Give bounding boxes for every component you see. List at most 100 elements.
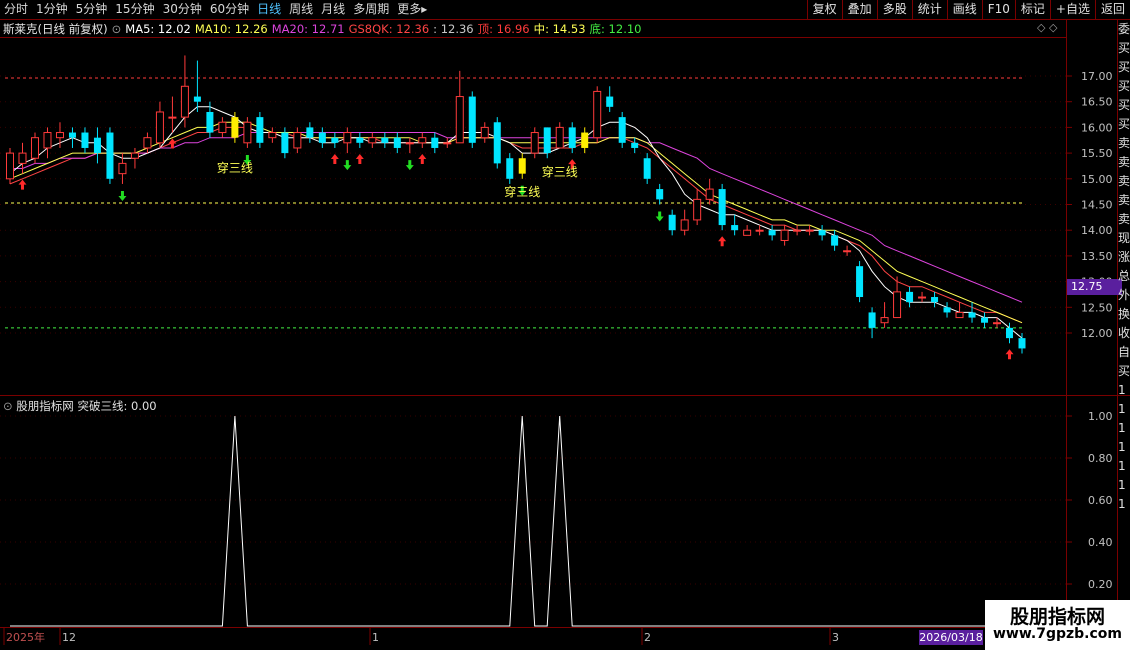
tab-period-2[interactable]: 5分钟 — [76, 0, 108, 19]
candle-body — [243, 121, 252, 144]
collapse-icon[interactable]: ⊙ — [3, 399, 13, 413]
toolbar-button-3[interactable]: 统计 — [911, 0, 947, 19]
candle-body — [618, 117, 626, 143]
indicator-label: 0.60 — [1088, 494, 1113, 507]
tab-period-3[interactable]: 15分钟 — [115, 0, 154, 19]
toolbar-button-7[interactable]: +自选 — [1049, 0, 1095, 19]
side-label: 买 — [1118, 41, 1130, 55]
candle-body — [356, 137, 364, 143]
candle-body — [668, 214, 676, 231]
tab-period-5[interactable]: 60分钟 — [210, 0, 249, 19]
price-label: 16.50 — [1081, 96, 1113, 109]
candle-body — [593, 90, 602, 139]
cursor-date: 2026/03/18 — [919, 630, 983, 645]
toolbar-button-2[interactable]: 多股 — [876, 0, 912, 19]
tab-period-7[interactable]: 周线 — [289, 0, 313, 19]
tab-period-10[interactable]: 更多▸ — [397, 0, 427, 19]
cross-three-lines-label: 穿三线 — [542, 164, 578, 179]
candle-body — [268, 132, 277, 139]
candle-body — [431, 137, 439, 148]
candle-body — [55, 132, 64, 139]
ma10-line — [9, 121, 1023, 324]
candle-body — [293, 132, 302, 149]
candle-body — [455, 96, 464, 144]
indicator-line — [10, 415, 1022, 627]
candle-body — [893, 291, 902, 319]
candle-body — [180, 85, 189, 118]
side-label: 买 — [1118, 79, 1130, 93]
side-label: 买 — [1118, 98, 1130, 112]
price-label: 15.50 — [1081, 147, 1113, 160]
price-label: 12.50 — [1081, 301, 1113, 314]
candle-body — [143, 137, 152, 149]
candle-body — [393, 137, 401, 148]
candle-body — [780, 229, 789, 241]
current-price-tag: 12.75 — [1067, 279, 1122, 295]
tab-period-9[interactable]: 多周期 — [353, 0, 389, 19]
toolbar-button-4[interactable]: 画线 — [946, 0, 982, 19]
candle-body — [256, 117, 264, 143]
price-axis: 17.00 16.50 16.00 15.50 15.00 14.50 14.00 13.50… — [1081, 70, 1113, 340]
candle-body — [693, 198, 702, 221]
toolbar-button-1[interactable]: 叠加 — [841, 0, 877, 19]
candle-body — [918, 296, 927, 299]
candle-body — [581, 132, 589, 148]
candle-body — [18, 152, 27, 164]
price-label: 15.00 — [1081, 173, 1113, 186]
stock-name[interactable]: 斯莱克(日线 前复权) — [3, 21, 108, 37]
candle-body — [1006, 327, 1014, 339]
candle-body — [718, 189, 726, 226]
tab-period-6[interactable]: 日线 — [257, 0, 281, 19]
candle-body — [281, 132, 289, 154]
candle-body — [856, 266, 864, 298]
tab-period-0[interactable]: 分时 — [4, 0, 28, 19]
tab-period-8[interactable]: 月线 — [321, 0, 345, 19]
toolbar-button-6[interactable]: 标记 — [1014, 0, 1050, 19]
candle-body — [530, 132, 539, 154]
toolbar-button-0[interactable]: 复权 — [806, 0, 842, 19]
watermark-url: www.7gpzb.com — [992, 626, 1122, 642]
candle-body — [81, 132, 89, 148]
indicator-info-bar: 斯莱克(日线 前复权) ⊙ MA5: 12.02 MA10: 12.26 MA2… — [0, 20, 645, 37]
sell-arrow-icon — [118, 190, 127, 201]
side-label: 1 — [1118, 459, 1126, 473]
candle-body — [193, 96, 201, 102]
price-label: 12.00 — [1081, 327, 1113, 340]
kline-chart[interactable]: 17.00 16.50 16.00 15.50 15.00 14.50 14.00 13.50… — [0, 0, 1130, 650]
candle-body — [843, 250, 852, 253]
price-label: 16.00 — [1081, 121, 1113, 134]
breakout-signal-line — [10, 415, 1022, 627]
side-label: 卖 — [1118, 212, 1130, 226]
collapse-icon[interactable]: ⊙ — [112, 22, 122, 36]
candle-body — [555, 126, 564, 149]
candle-body — [743, 229, 752, 236]
toolbar-button-8[interactable]: 返回 — [1094, 0, 1130, 19]
panel-icons[interactable]: ◇ ◇ — [1037, 21, 1057, 34]
date-label: 12 — [62, 631, 76, 644]
side-label: 1 — [1118, 497, 1126, 511]
sell-arrow-icon — [655, 211, 664, 222]
candle-body — [93, 137, 101, 154]
indicator-grid — [0, 415, 1072, 585]
period-tabs: 分时 1分钟 5分钟 15分钟 30分钟 60分钟 日线 周线 月线 多周期 更多▸ — [4, 0, 427, 19]
candle-body — [218, 121, 227, 134]
tab-period-4[interactable]: 30分钟 — [163, 0, 202, 19]
side-label: 现 — [1118, 231, 1130, 245]
price-label: 14.50 — [1081, 199, 1113, 212]
candle-body — [906, 291, 914, 303]
side-label: 卖 — [1118, 136, 1130, 150]
candle-body — [993, 322, 1002, 325]
side-label: 委 — [1118, 22, 1130, 36]
buy-arrow-icon — [418, 153, 427, 164]
tab-period-1[interactable]: 1分钟 — [36, 0, 68, 19]
candle-body — [868, 312, 876, 328]
price-label: 17.00 — [1081, 70, 1113, 83]
side-label: 涨 — [1118, 250, 1130, 264]
candle-body — [680, 219, 689, 231]
candle-body — [381, 137, 389, 143]
toolbar-button-5[interactable]: F10 — [981, 0, 1015, 19]
ma20-line — [10, 132, 1023, 303]
candle-body — [955, 311, 964, 319]
candle-body — [468, 96, 476, 143]
candle-body — [818, 230, 826, 236]
